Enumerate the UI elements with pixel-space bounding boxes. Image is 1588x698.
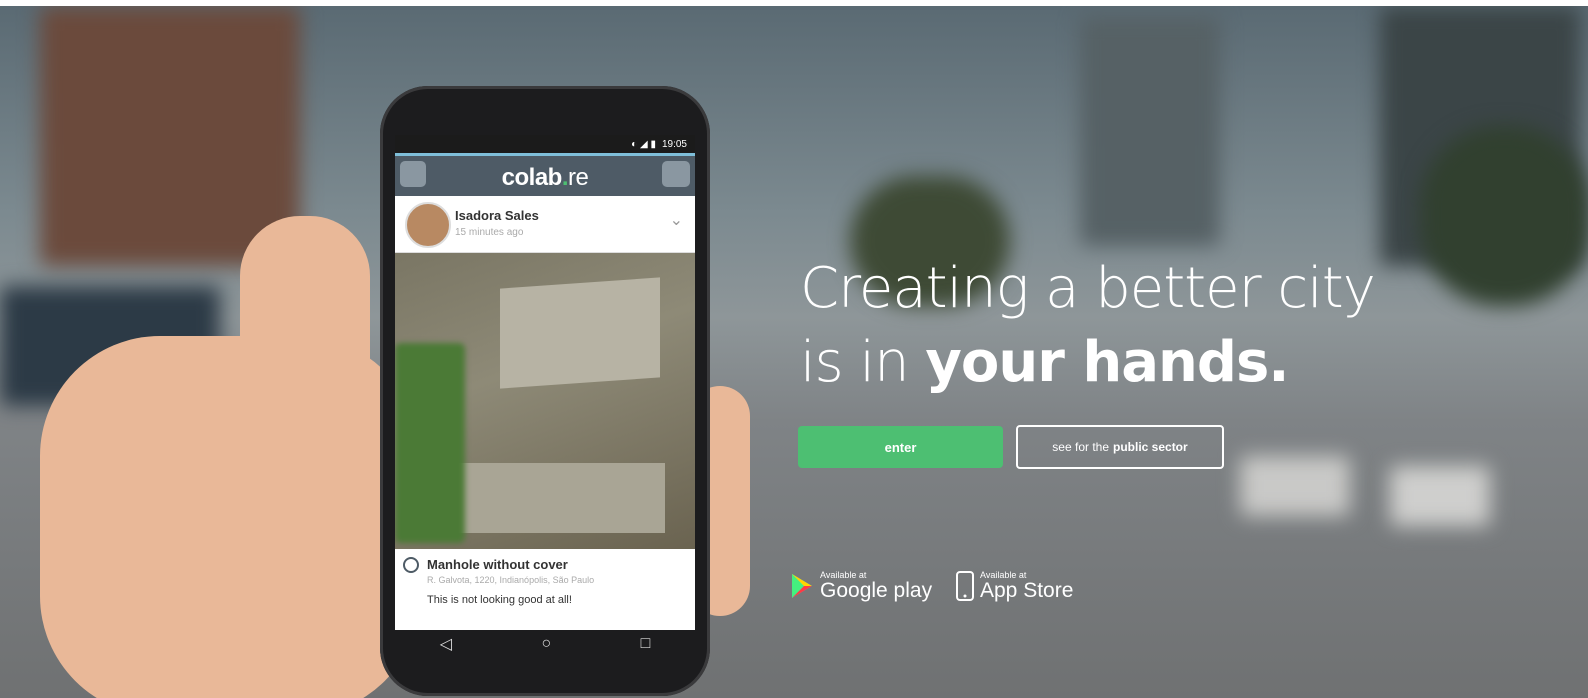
android-nav-bar: ◁ ○ □	[395, 628, 695, 660]
enter-button[interactable]: enter	[798, 426, 1003, 468]
bg-building-left	[40, 6, 300, 266]
google-play-icon	[792, 574, 812, 598]
app-bar: colab.re	[395, 153, 695, 196]
hero-headline: Creating a better city is in your hands.	[800, 252, 1376, 400]
photo-grass	[395, 343, 465, 543]
photo-slab-bottom	[455, 463, 665, 533]
public-sector-bold: public sector	[1113, 440, 1188, 454]
google-play-text: Available at Google play	[820, 570, 932, 602]
status-bar: ◐ ◢ ▮ 19:05	[395, 135, 695, 153]
post-time: 15 minutes ago	[455, 227, 524, 238]
photo-slab-top	[500, 277, 660, 389]
avatar[interactable]	[405, 202, 451, 248]
post-text: This is not looking good at all!	[427, 594, 572, 606]
headline-line-1: Creating a better city	[800, 256, 1376, 321]
headline-bold: your hands.	[925, 330, 1289, 395]
app-logo: colab.re	[395, 164, 695, 192]
google-play-link[interactable]: Available at Google play	[790, 570, 932, 602]
post-header: Isadora Sales 15 minutes ago ⌄	[395, 196, 695, 253]
public-sector-button[interactable]: see for the public sector	[1016, 425, 1224, 469]
app-store-text: Available at App Store	[980, 570, 1073, 602]
bg-building-mid	[1080, 16, 1220, 246]
status-time: 19:05	[661, 138, 687, 150]
home-icon[interactable]: ○	[541, 635, 551, 653]
chevron-down-icon[interactable]: ⌄	[670, 210, 683, 230]
google-play-big: Google play	[820, 579, 933, 602]
apple-phone-icon	[956, 571, 974, 601]
post-address: R. Galvota, 1220, Indianópolis, São Paul…	[427, 575, 595, 585]
back-icon[interactable]: ◁	[440, 634, 452, 654]
bg-crosswalk-2	[1390, 466, 1490, 526]
public-sector-prefix: see for the	[1052, 440, 1109, 454]
manhole-icon	[403, 557, 419, 573]
app-store-big: App Store	[980, 579, 1074, 602]
app-store-link[interactable]: Available at App Store	[956, 570, 1073, 602]
headline-prefix: is in	[800, 330, 926, 395]
hand-thumb	[240, 216, 370, 446]
logo-main: colab	[501, 164, 563, 191]
hero-section: Creating a better city is in your hands.…	[0, 6, 1588, 698]
post-title[interactable]: Manhole without cover	[405, 557, 685, 572]
bg-tree-right	[1420, 126, 1588, 306]
headline-line-2: is in your hands.	[800, 326, 1375, 400]
phone-screen: ◐ ◢ ▮ 19:05 colab.re Isadora Sales 15 mi…	[395, 135, 695, 630]
post-caption: Manhole without cover R. Galvota, 1220, …	[395, 549, 695, 606]
post-photo[interactable]	[395, 253, 695, 549]
poster-name[interactable]: Isadora Sales	[455, 208, 539, 223]
mail-icon[interactable]	[662, 161, 690, 187]
logo-ext: re	[568, 164, 589, 191]
status-icons: ◐ ◢ ▮	[631, 138, 656, 150]
recents-icon[interactable]: □	[641, 635, 651, 653]
bg-crosswalk-1	[1240, 456, 1350, 516]
